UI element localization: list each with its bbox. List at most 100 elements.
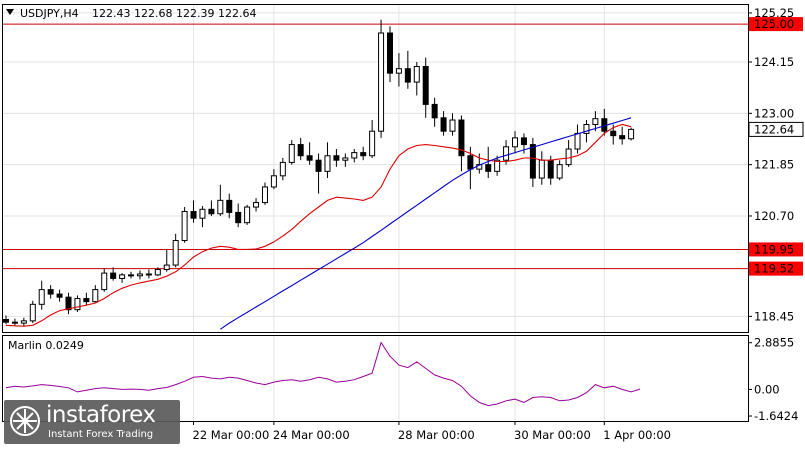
candle-bull <box>512 137 519 148</box>
price-tick-label: 124.15 <box>754 55 794 69</box>
logo-tagline: Instant Forex Trading <box>48 429 154 440</box>
osc-tick-label: -1.6424 <box>754 409 798 423</box>
time-tick-label: 28 Mar 00:00 <box>398 428 475 442</box>
candle-bear <box>619 135 626 140</box>
candle-bull <box>74 298 81 311</box>
candle-bear <box>610 130 617 137</box>
oscillator-axis: 2.8855 0.00 -1.6424 <box>748 336 798 423</box>
candle-bull <box>556 164 563 179</box>
candle-bull <box>101 272 108 291</box>
candles <box>3 19 635 327</box>
candle-bear <box>226 199 233 213</box>
candle-bear <box>56 293 63 298</box>
candle-bear <box>145 273 152 276</box>
symbol-dropdown-icon[interactable] <box>6 9 14 15</box>
oscillator-line <box>5 341 641 407</box>
price-tick-label: 120.70 <box>754 209 794 223</box>
candle-bull <box>449 119 456 132</box>
candle-bear <box>235 211 242 224</box>
candle-bull <box>574 132 581 150</box>
osc-tick-label: 2.8855 <box>754 336 794 350</box>
candle-bull <box>244 206 251 224</box>
candle-bull <box>288 144 295 163</box>
candle-bear <box>547 159 554 179</box>
candle-bull <box>378 32 385 132</box>
candle-bear <box>110 272 117 279</box>
candle-bull <box>592 118 599 125</box>
candle-bull <box>503 146 510 161</box>
candle-bear <box>208 208 215 215</box>
candle-bull <box>413 65 420 83</box>
candle-bear <box>11 321 18 324</box>
price-tick-label: 121.85 <box>754 158 794 172</box>
candle-bull <box>279 161 286 177</box>
candle-bear <box>65 296 72 311</box>
time-axis: 22 Mar 00:00 24 Mar 00:00 28 Mar 00:00 30 M… <box>193 421 671 442</box>
candle-bear <box>47 289 54 295</box>
candle-bull <box>538 159 545 179</box>
candle-bull <box>565 148 572 166</box>
indicator-label: Marlin 0.0249 <box>8 339 84 352</box>
candle-bull <box>270 175 277 188</box>
time-tick-label: 30 Mar 00:00 <box>514 428 591 442</box>
candle-bull <box>172 240 179 266</box>
candle-bear <box>431 103 438 119</box>
time-tick-label: 22 Mar 00:00 <box>193 428 270 442</box>
time-tick-label: 1 Apr 00:00 <box>603 428 671 442</box>
logo-name: instaforex <box>46 402 156 428</box>
candle-bull <box>395 68 402 74</box>
candle-bear <box>315 159 322 172</box>
candle-bear <box>306 155 313 161</box>
candle-bull <box>342 157 349 161</box>
price-panel-frame <box>2 4 749 333</box>
candle-bear <box>422 65 429 105</box>
horizontal-levels[interactable] <box>3 23 748 270</box>
candle-bear <box>520 137 527 146</box>
candle-bull <box>628 128 635 140</box>
candle-bear <box>440 117 447 132</box>
candle-bull <box>154 269 161 276</box>
candle-bull <box>369 130 376 157</box>
candle-bear <box>297 144 304 157</box>
candle-bull <box>253 202 260 208</box>
candle-bull <box>163 264 170 271</box>
candle-bear <box>83 298 90 303</box>
chart-window[interactable]: USDJPY,H4 122.43 122.68 122.39 122.64 Ma… <box>0 0 805 446</box>
candle-bear <box>3 319 9 323</box>
candle-bull <box>136 273 143 277</box>
candle-bear <box>467 155 474 170</box>
candle-bear <box>360 152 367 157</box>
candle-bear <box>529 144 536 179</box>
candle-bull <box>351 152 358 159</box>
ohlc-values: 122.43 122.68 122.39 122.64 <box>92 7 256 20</box>
candle-bear <box>386 32 393 74</box>
candle-bear <box>404 68 411 83</box>
candle-bull <box>261 186 268 204</box>
price-tick-label: 123.00 <box>754 106 794 120</box>
chart-symbol: USDJPY,H4 <box>20 7 79 20</box>
price-tick-label: 118.45 <box>754 309 794 323</box>
moving-averages <box>5 117 632 330</box>
candle-bull <box>324 155 331 172</box>
osc-tick-label: 0.00 <box>754 382 780 396</box>
candle-bull <box>181 211 188 242</box>
instaforex-logo-icon <box>10 406 40 436</box>
chart-canvas[interactable]: USDJPY,H4 122.43 122.68 122.39 122.64 Ma… <box>0 0 805 446</box>
candle-bear <box>190 211 197 219</box>
current-price-label: 122.64 <box>754 122 794 136</box>
price-axis: 125.25124.15123.00121.85120.70118.45125.… <box>748 6 804 323</box>
time-tick-label: 24 Mar 00:00 <box>273 428 350 442</box>
level-price-label: 119.52 <box>754 262 794 276</box>
grid <box>3 4 748 421</box>
candle-bull <box>217 199 224 215</box>
level-price-label: 125.00 <box>754 17 794 31</box>
candle-bear <box>333 155 340 161</box>
candle-bear <box>485 164 492 172</box>
candle-bull <box>29 303 36 322</box>
candle-bull <box>199 208 206 219</box>
candle-bull <box>92 289 99 303</box>
level-price-label: 119.95 <box>754 242 794 256</box>
candle-bear <box>128 274 135 277</box>
oscillator-panel <box>5 341 641 407</box>
candle-bull <box>38 289 45 305</box>
